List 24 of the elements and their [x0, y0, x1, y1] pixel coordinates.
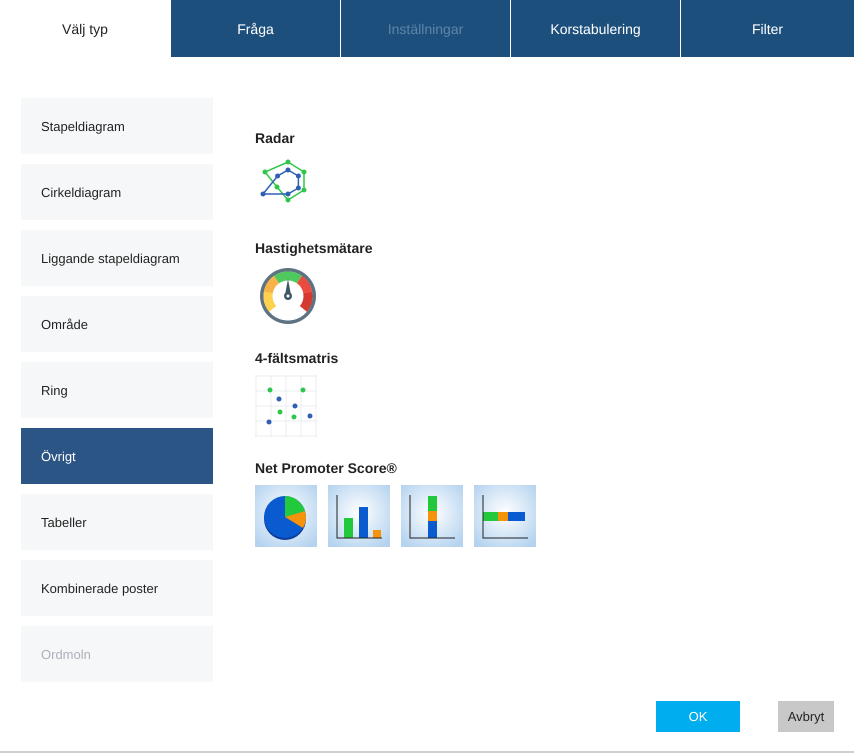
- bar-chart-icon: [328, 485, 390, 547]
- tab[interactable]: Filter: [680, 0, 854, 57]
- stacked-bar-icon: [474, 485, 536, 547]
- chart-type-option[interactable]: [474, 485, 536, 547]
- chart-type-option[interactable]: [401, 485, 463, 547]
- sidebar-item[interactable]: Övrigt: [21, 428, 213, 484]
- sidebar-item[interactable]: Stapeldiagram: [21, 98, 213, 154]
- sidebar-item[interactable]: Tabeller: [21, 494, 213, 550]
- pie-chart-icon: [255, 485, 317, 547]
- sidebar-item[interactable]: Område: [21, 296, 213, 352]
- chart-type-option[interactable]: [328, 485, 390, 547]
- cancel-button[interactable]: Avbryt: [778, 701, 834, 732]
- section-title: 4-fältsmatris: [255, 350, 340, 367]
- sidebar-item[interactable]: Ring: [21, 362, 213, 418]
- sidebar-item[interactable]: Cirkeldiagram: [21, 164, 213, 220]
- scatter-matrix-icon: [255, 375, 317, 437]
- tab[interactable]: Korstabulering: [510, 0, 680, 57]
- sidebar-item[interactable]: Kombinerade poster: [21, 560, 213, 616]
- tab[interactable]: Fråga: [170, 0, 340, 57]
- stacked-column-icon: [401, 485, 463, 547]
- sidebar-item[interactable]: Liggande stapeldiagram: [21, 230, 213, 286]
- section-title: Hastighetsmätare: [255, 240, 374, 257]
- section-title: Net Promoter Score®: [255, 460, 398, 477]
- section-title: Radar: [255, 130, 296, 147]
